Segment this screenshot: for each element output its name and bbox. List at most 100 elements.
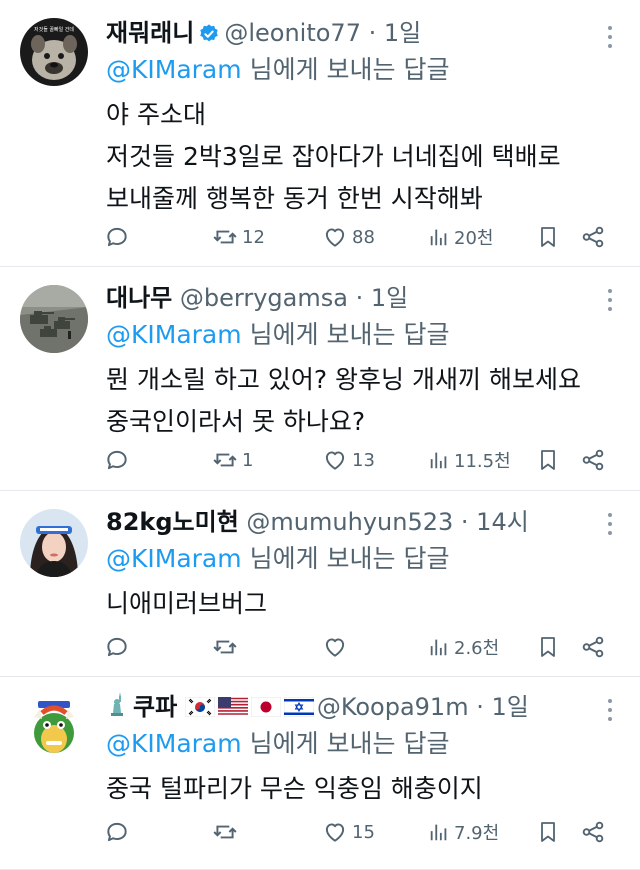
tweet-text: 중국 털파리가 무슨 익충임 해충이지 <box>106 768 602 810</box>
korea-flag-icon <box>184 692 216 724</box>
views-chart-icon <box>430 824 447 841</box>
bookmark-icon <box>541 227 555 247</box>
views-button[interactable]: 20천 <box>428 222 493 252</box>
avatar[interactable]: 저것들 꿀빠일 건데 <box>20 18 88 86</box>
bookmark-icon <box>541 822 555 842</box>
retweet-icon <box>213 230 237 244</box>
dot-separator: · <box>460 508 469 536</box>
reply-button[interactable] <box>104 445 134 475</box>
retweet-icon <box>213 825 237 839</box>
like-count: 13 <box>352 449 375 471</box>
user-handle[interactable]: @mumuhyun523 <box>246 508 453 536</box>
reply-to-handle[interactable]: @KIMaram <box>106 544 242 573</box>
tweet-text-line: 뭔 개소릴 하고 있어? 왕후닝 개새끼 해보세요 <box>106 365 581 394</box>
avatar[interactable] <box>20 509 88 577</box>
display-name[interactable]: 재뭐래니 <box>106 19 194 47</box>
tweet-text: 니애미러브버그 <box>106 583 602 625</box>
israel-flag-icon <box>283 692 315 724</box>
tweet-header: 쿠파 @Koopa91m · 1일 <box>106 690 602 724</box>
reply-suffix: 님에게 보내는 답글 <box>249 55 450 84</box>
more-options-icon[interactable] <box>602 26 618 52</box>
avatar[interactable] <box>20 285 88 353</box>
retweet-button[interactable] <box>212 632 242 662</box>
avatar-caption: 저것들 꿀빠일 건데 <box>34 26 74 33</box>
display-name[interactable]: 쿠파 <box>133 693 177 721</box>
view-count: 11.5천 <box>454 451 511 472</box>
tweet-text-line: 야 주소대 <box>106 100 206 129</box>
more-options-icon[interactable] <box>602 699 618 725</box>
tweet-text-line: 중국 털파리가 무슨 익충임 해충이지 <box>106 774 483 803</box>
user-handle[interactable]: @berrygamsa <box>180 284 348 312</box>
action-bar: 1 13 11.5천 <box>104 445 610 475</box>
retweet-button[interactable] <box>212 817 242 847</box>
reply-button[interactable] <box>104 222 134 252</box>
retweet-icon <box>213 640 237 654</box>
more-options-icon[interactable] <box>602 289 618 315</box>
comment-icon <box>107 637 127 657</box>
tweet-text: 야 주소대 저것들 2박3일로 잡아다가 너네집에 택배로 보내줄께 행복한 동… <box>106 94 602 220</box>
comment-icon <box>107 450 127 470</box>
share-button[interactable] <box>580 632 606 662</box>
like-button[interactable]: 88 <box>322 222 375 252</box>
display-name[interactable]: 대나무 <box>106 284 172 312</box>
like-button[interactable]: 15 <box>322 817 375 847</box>
woman-photo-avatar-icon <box>20 509 88 577</box>
tweet[interactable]: 저것들 꿀빠일 건데 재뭐래니 @leonito77 · 1일 @KIMaram … <box>0 0 640 267</box>
japan-flag-icon <box>250 692 282 724</box>
reply-button[interactable] <box>104 817 134 847</box>
action-bar: 12 88 20천 <box>104 222 610 252</box>
heart-icon <box>325 823 345 842</box>
replying-to: @KIMaram 님에게 보내는 답글 <box>106 52 602 88</box>
like-button[interactable] <box>322 632 352 662</box>
reply-to-handle[interactable]: @KIMaram <box>106 55 242 84</box>
timestamp[interactable]: 1일 <box>384 19 421 47</box>
user-handle[interactable]: @leonito77 <box>224 19 361 47</box>
replying-to: @KIMaram 님에게 보내는 답글 <box>106 317 602 353</box>
action-bar: 15 7.9천 <box>104 817 610 847</box>
like-button[interactable]: 13 <box>322 445 375 475</box>
share-icon <box>582 449 604 471</box>
tweet[interactable]: 82kg노미현 @mumuhyun523 · 14시 @KIMaram 님에게 … <box>0 491 640 677</box>
like-count: 88 <box>352 226 375 248</box>
reply-to-handle[interactable]: @KIMaram <box>106 320 242 349</box>
timestamp[interactable]: 1일 <box>371 284 408 312</box>
bookmark-button[interactable] <box>536 445 560 475</box>
display-name[interactable]: 82kg노미현 <box>106 508 239 536</box>
tweet[interactable]: 대나무 @berrygamsa · 1일 @KIMaram 님에게 보내는 답글… <box>0 267 640 491</box>
share-button[interactable] <box>580 817 606 847</box>
more-options-icon[interactable] <box>602 513 618 539</box>
share-icon <box>582 226 604 248</box>
heart-icon <box>325 638 345 657</box>
views-chart-icon <box>430 229 447 246</box>
tweet[interactable]: 쿠파 @Koopa91m · 1일 @KIMaram 님에게 보내는 답글 중국… <box>0 677 640 870</box>
bookmark-icon <box>541 637 555 657</box>
views-chart-icon <box>430 452 447 469</box>
tank-photo-avatar-icon <box>20 285 88 353</box>
share-button[interactable] <box>580 222 606 252</box>
view-count: 7.9천 <box>454 823 500 844</box>
retweet-button[interactable]: 12 <box>212 222 265 252</box>
tweet-header: 대나무 @berrygamsa · 1일 <box>106 281 602 315</box>
tweet-text-line: 니애미러브버그 <box>106 589 268 618</box>
timestamp[interactable]: 14시 <box>476 508 529 536</box>
views-button[interactable]: 7.9천 <box>428 817 499 847</box>
avatar[interactable] <box>20 695 88 763</box>
bookmark-button[interactable] <box>536 817 560 847</box>
views-button[interactable]: 11.5천 <box>428 445 511 475</box>
reply-button[interactable] <box>104 632 134 662</box>
heart-icon <box>325 451 345 470</box>
retweet-button[interactable]: 1 <box>212 445 253 475</box>
user-handle[interactable]: @Koopa91m <box>317 693 469 721</box>
bookmark-icon <box>541 450 555 470</box>
views-button[interactable]: 2.6천 <box>428 632 499 662</box>
tweet-text-line: 보내줄께 행복한 동거 한번 시작해봐 <box>106 184 483 213</box>
view-count: 20천 <box>454 228 494 249</box>
reply-to-handle[interactable]: @KIMaram <box>106 729 242 758</box>
reply-suffix: 님에게 보내는 답글 <box>249 320 450 349</box>
share-button[interactable] <box>580 445 606 475</box>
replying-to: @KIMaram 님에게 보내는 답글 <box>106 726 602 762</box>
bookmark-button[interactable] <box>536 222 560 252</box>
timestamp[interactable]: 1일 <box>492 693 529 721</box>
tweet-header: 재뭐래니 @leonito77 · 1일 <box>106 16 602 50</box>
bookmark-button[interactable] <box>536 632 560 662</box>
